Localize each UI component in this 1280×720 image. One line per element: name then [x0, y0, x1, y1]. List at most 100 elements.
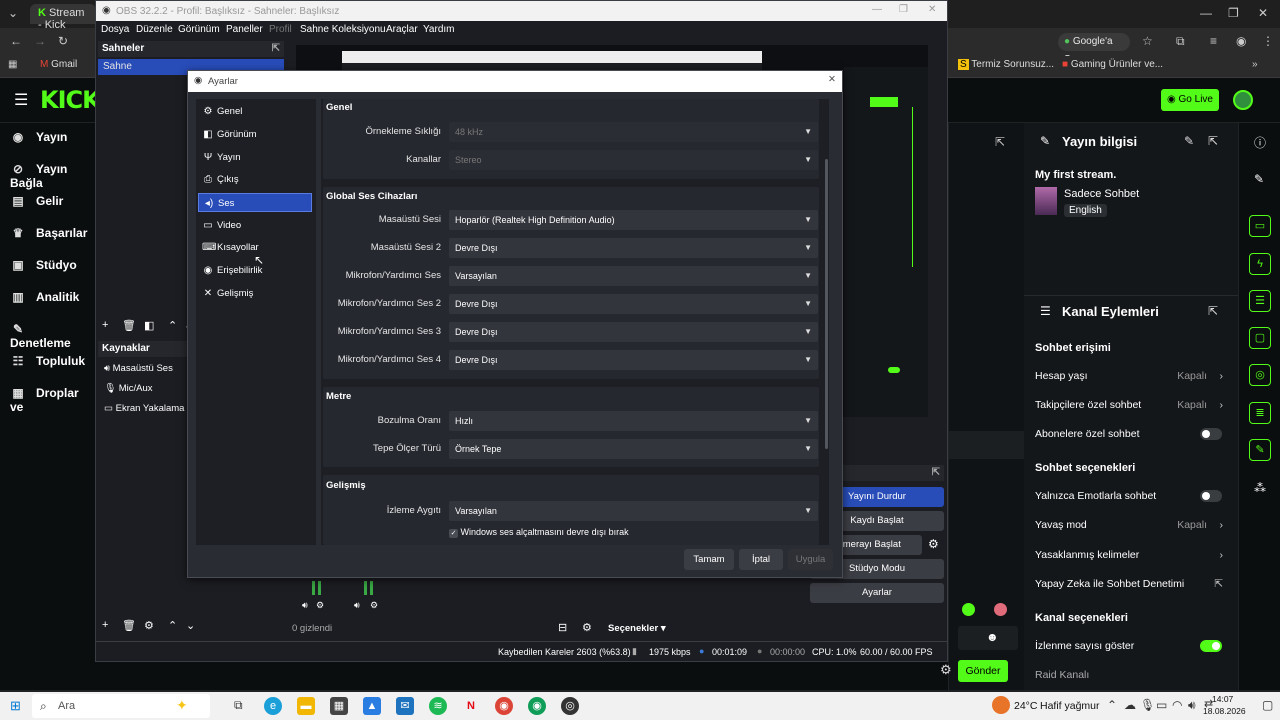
menu-paneller[interactable]: Paneller	[226, 24, 263, 35]
camera-settings-icon[interactable]: ⚙	[928, 537, 939, 551]
cloud-icon[interactable]: ☁	[1124, 698, 1136, 712]
ducking-checkbox[interactable]: ✓ Windows ses alçaltmasını devre dışı bı…	[449, 527, 629, 538]
mic-tray-icon[interactable]: 🎙︎	[1140, 698, 1155, 712]
subscribers-only-row[interactable]: Abonelere özel sohbet	[1035, 428, 1225, 440]
menu-duzenle[interactable]: Düzenle	[136, 24, 173, 35]
task-view-icon[interactable]: ⧉	[234, 698, 243, 713]
settings-nav-yayin[interactable]: Ψ Yayın	[198, 148, 312, 167]
settings-close-icon[interactable]: ✕	[828, 74, 836, 85]
source-mic-aux[interactable]: 🎙︎ Mic/Aux	[104, 383, 153, 394]
forward-icon[interactable]: →	[34, 34, 46, 48]
settings-nav-genel[interactable]: ⚙ Genel	[198, 102, 312, 121]
nav-studyo[interactable]: ▣ Stüdyo	[10, 258, 76, 272]
emote-only-toggle[interactable]	[1200, 490, 1222, 502]
mixer-settings-icon[interactable]: ⚙	[316, 600, 324, 611]
volume-icon[interactable]: 🔊︎	[1188, 698, 1196, 713]
subscribers-only-toggle[interactable]	[1200, 428, 1222, 440]
windows-start-icon[interactable]: ⊞	[10, 698, 21, 714]
followers-only-row[interactable]: Takipçilere özel sohbet Kapalı ›	[1035, 399, 1225, 411]
bookmarks-more-icon[interactable]: »	[1252, 59, 1258, 70]
settings-nav-cikis[interactable]: ⎙ Çıkış	[198, 170, 312, 189]
view-count-row[interactable]: İzlenme sayısı göster	[1035, 640, 1225, 652]
popout-icon[interactable]: ⇱	[995, 135, 1005, 149]
source-settings-icon[interactable]: ⚙	[144, 619, 154, 632]
minimize-icon[interactable]: —	[1200, 6, 1212, 20]
mixer-volume-icon[interactable]: 🔊︎	[302, 600, 308, 611]
nav-analitik[interactable]: ▥ Analitik	[10, 290, 79, 304]
profile-icon[interactable]: ◉	[1236, 34, 1246, 48]
go-live-button[interactable]: ◉ Go Live	[1161, 89, 1219, 111]
clock-date[interactable]: 18.08.2026	[1203, 706, 1246, 716]
mixer-layout-icon[interactable]: ⊟	[558, 621, 567, 634]
display-tray-icon[interactable]: ▭	[1156, 698, 1167, 712]
ok-button[interactable]: Tamam	[684, 549, 734, 570]
chrome-profile-icon[interactable]: ◉	[528, 697, 546, 715]
spotify-icon[interactable]: ≋	[429, 697, 447, 715]
desktop-audio-2-select[interactable]: Devre Dışı ▼	[449, 238, 818, 258]
tray-expand-icon[interactable]: ⌃	[1107, 698, 1117, 712]
move-down-icon[interactable]: ⌄	[186, 619, 195, 632]
ai-moderation-row[interactable]: Yapay Zeka ile Sohbet Denetimi ⇱	[1035, 578, 1225, 590]
nav-basarilar[interactable]: ♛ Başarılar	[10, 226, 88, 240]
extensions-icon[interactable]: ⧉	[1176, 34, 1185, 49]
send-button[interactable]: Gönder	[958, 660, 1008, 682]
mic-aux-2-select[interactable]: Devre Dışı ▼	[449, 294, 818, 314]
app-icon[interactable]: ▲	[363, 697, 381, 715]
decay-rate-select[interactable]: Hızlı ▼	[449, 411, 818, 431]
remove-scene-icon[interactable]: 🗑︎	[122, 319, 136, 332]
menu-sahne-koleksiyonu[interactable]: Sahne Koleksiyonu	[300, 24, 386, 35]
peak-meter-select[interactable]: Örnek Tepe ▼	[449, 439, 818, 459]
rail-list-icon[interactable]: ☰	[1249, 290, 1271, 312]
chrome-icon[interactable]: ◉	[495, 697, 513, 715]
apps-icon[interactable]: ▦	[8, 59, 17, 70]
bookmark-termiz[interactable]: S Termiz Sorunsuz...	[958, 59, 1054, 70]
add-scene-icon[interactable]: +	[102, 319, 108, 331]
sample-rate-select[interactable]: 48 kHz ▼	[449, 122, 818, 142]
bookmark-star-icon[interactable]: ☆	[1142, 34, 1153, 48]
avatar[interactable]	[1233, 90, 1253, 110]
notifications-icon[interactable]: ▢	[1262, 698, 1273, 712]
info-icon[interactable]: ⓘ	[1254, 134, 1266, 151]
mic-aux-3-select[interactable]: Devre Dışı ▼	[449, 322, 818, 342]
nav-yayin-bagla[interactable]: ⊘ Yayın Bağla	[10, 162, 95, 190]
obs-maximize-icon[interactable]: ❐	[899, 4, 908, 15]
bookmark-gmail[interactable]: M Gmail	[40, 59, 77, 70]
file-explorer-icon[interactable]: ▬	[297, 697, 315, 715]
store-icon[interactable]: ▦	[330, 697, 348, 715]
move-up-icon[interactable]: ⌃	[168, 319, 177, 332]
emoji-icon[interactable]: ☻	[986, 630, 999, 644]
settings-nav-video[interactable]: ▭ Video	[198, 216, 312, 235]
wifi-icon[interactable]: ◠	[1172, 698, 1182, 712]
nav-topluluk[interactable]: ☷ Topluluk	[10, 354, 86, 368]
obs-minimize-icon[interactable]: —	[872, 4, 882, 15]
source-desktop-audio[interactable]: 🔊︎ Masaüstü Ses	[104, 363, 173, 374]
move-up-icon[interactable]: ⌃	[168, 619, 177, 632]
view-count-toggle[interactable]	[1200, 640, 1222, 652]
rail-bolt-icon[interactable]: ϟ	[1249, 253, 1271, 275]
dock-undock-icon[interactable]: ⇱	[272, 43, 280, 54]
channels-select[interactable]: Stereo ▼	[449, 150, 818, 170]
menu-yardim[interactable]: Yardım	[423, 24, 455, 35]
close-icon[interactable]: ✕	[1258, 6, 1268, 20]
emote-icons[interactable]	[962, 603, 1008, 619]
mixer-volume-icon[interactable]: 🔊︎	[354, 600, 360, 611]
weather-temp[interactable]: 24°C	[1014, 700, 1037, 712]
nav-droplar[interactable]: ▦ Droplar ve	[10, 386, 95, 414]
hamburger-icon[interactable]: ☰	[14, 90, 28, 110]
settings-nav-gorunum[interactable]: ◧ Görünüm	[198, 125, 312, 144]
mixer-settings-icon[interactable]: ⚙	[370, 600, 378, 611]
tab-search-icon[interactable]: ⌄	[8, 6, 18, 20]
nav-yayin[interactable]: ◉ Yayın	[10, 130, 68, 144]
menu-gorunum[interactable]: Görünüm	[178, 24, 220, 35]
filter-scene-icon[interactable]: ◧	[144, 319, 154, 332]
emote-only-row[interactable]: Yalnızca Emotlarla sohbet	[1035, 490, 1225, 502]
settings-gear-icon[interactable]: ⚙	[940, 662, 952, 678]
add-source-icon[interactable]: +	[102, 619, 108, 631]
maximize-icon[interactable]: ❐	[1228, 6, 1239, 20]
mic-aux-4-select[interactable]: Devre Dışı ▼	[449, 350, 818, 370]
monitoring-device-select[interactable]: Varsayılan ▼	[449, 501, 818, 521]
menu-dosya[interactable]: Dosya	[101, 24, 129, 35]
rail-chat-icon[interactable]: ▢	[1249, 327, 1271, 349]
settings-scrollbar[interactable]	[825, 159, 828, 449]
account-age-row[interactable]: Hesap yaşı Kapalı ›	[1035, 370, 1225, 382]
